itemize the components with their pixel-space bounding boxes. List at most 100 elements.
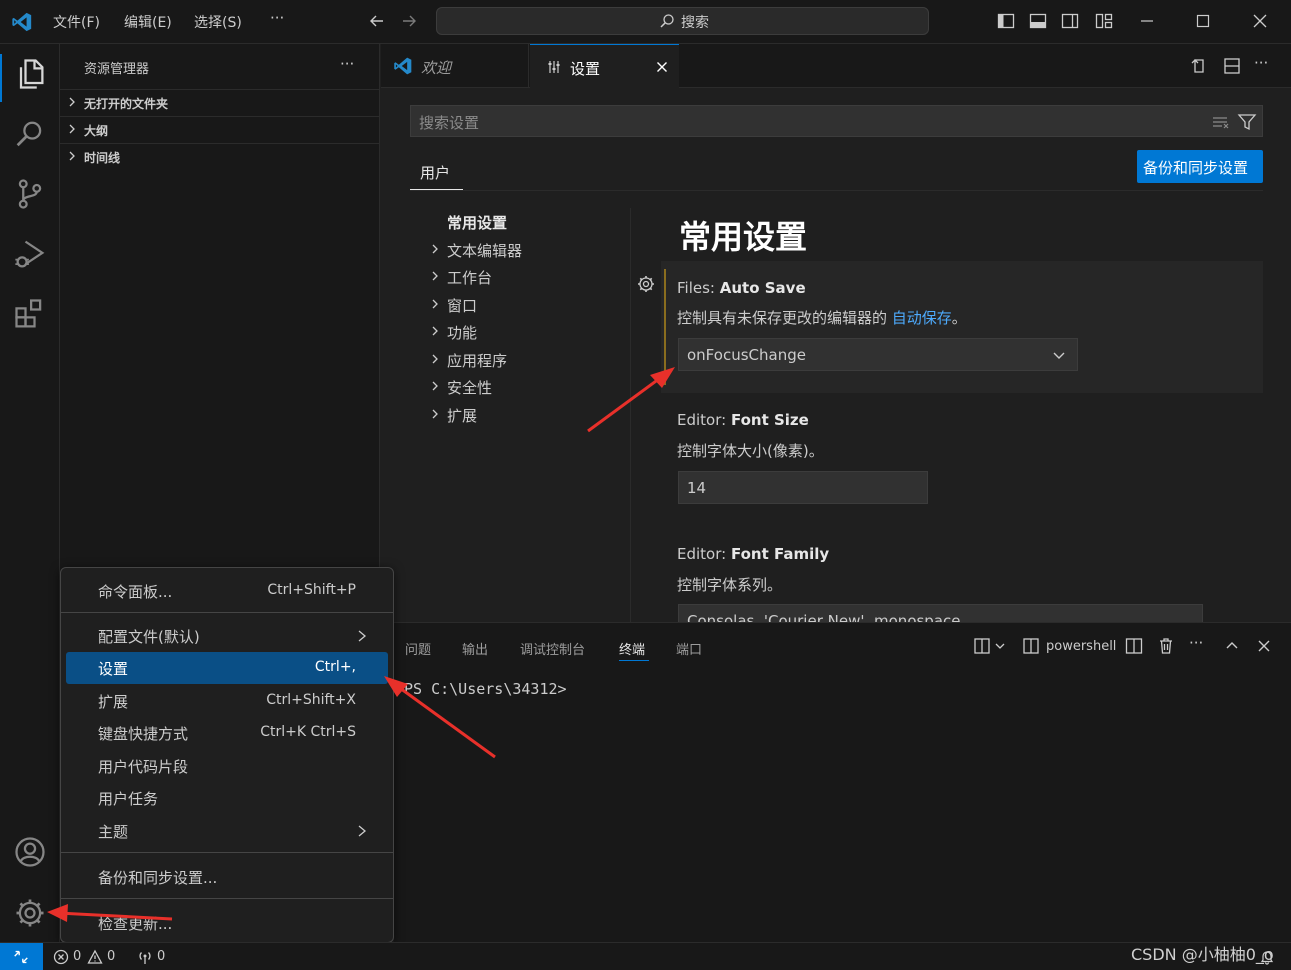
toggle-secondary-sidebar-icon[interactable] — [1060, 11, 1082, 33]
panel-tab-ports[interactable]: 端口 — [676, 639, 702, 658]
font-family-input[interactable]: Consolas, 'Courier New', monospace — [678, 604, 1203, 622]
desc-text: 控制具有未保存更改的编辑器的 — [677, 309, 892, 327]
account-icon[interactable] — [12, 834, 48, 870]
close-tab-icon[interactable] — [654, 59, 670, 75]
backup-sync-button[interactable]: 备份和同步设置 — [1137, 150, 1263, 183]
setting-title: Editor: Font Size — [677, 411, 809, 429]
menu-item-label: 设置 — [98, 660, 129, 678]
input-value: Consolas, 'Courier New', monospace — [687, 612, 961, 622]
menu-file[interactable]: 文件(F) — [53, 12, 100, 32]
toggle-panel-icon[interactable] — [1028, 11, 1050, 33]
vscode-logo-icon — [393, 56, 413, 76]
chevron-right-icon — [432, 354, 438, 364]
maximize-panel-icon[interactable] — [1222, 636, 1242, 656]
maximize-icon[interactable] — [1193, 11, 1215, 33]
chevron-down-icon[interactable] — [993, 636, 1007, 656]
warning-icon[interactable] — [87, 949, 103, 965]
menu-item-themes[interactable]: 主题 — [66, 816, 388, 846]
manage-gear-icon[interactable] — [12, 895, 48, 931]
chevron-right-icon — [432, 244, 438, 254]
font-size-input[interactable]: 14 — [678, 471, 928, 504]
section-outline[interactable]: 大纲 — [60, 116, 379, 142]
panel-tab-terminal[interactable]: 终端 — [619, 639, 645, 658]
menu-edit[interactable]: 编辑(E) — [124, 12, 172, 32]
menu-item-command-palette[interactable]: 命令面板... Ctrl+Shift+P — [66, 576, 388, 606]
toc-security[interactable]: 安全性 — [432, 377, 492, 398]
toc-workbench[interactable]: 工作台 — [432, 267, 493, 288]
menu-item-settings[interactable]: 设置 Ctrl+, — [66, 652, 388, 684]
menu-item-user-snippets[interactable]: 用户代码片段 — [66, 751, 388, 781]
menu-selection[interactable]: 选择(S) — [194, 12, 242, 32]
auto-save-link[interactable]: 自动保存 — [892, 309, 952, 327]
close-panel-icon[interactable] — [1254, 636, 1274, 656]
toc-common-settings[interactable]: 常用设置 — [447, 212, 507, 233]
source-control-icon[interactable] — [12, 176, 48, 212]
tab-user-scope[interactable]: 用户 — [410, 160, 463, 190]
tab-bar: 欢迎 设置 ··· — [381, 44, 1291, 89]
settings-editor-icon — [546, 59, 562, 75]
split-terminal-icon[interactable] — [1124, 636, 1144, 656]
toggle-primary-sidebar-icon[interactable] — [996, 11, 1018, 33]
panel-more-button[interactable]: ··· — [1189, 634, 1203, 652]
modified-indicator — [664, 269, 666, 385]
menu-item-profiles[interactable]: 配置文件(默认) — [66, 621, 388, 651]
terminal-shell-name[interactable]: powershell — [1046, 639, 1116, 654]
panel-tab-problems[interactable]: 问题 — [405, 639, 431, 658]
customize-layout-icon[interactable] — [1094, 11, 1116, 33]
forward-arrow-icon[interactable] — [399, 11, 421, 33]
auto-save-select[interactable]: onFocusChange — [678, 338, 1078, 371]
panel-tab-debug-console[interactable]: 调试控制台 — [520, 639, 585, 658]
remote-indicator[interactable] — [0, 943, 43, 970]
tab-welcome[interactable]: 欢迎 — [381, 44, 529, 88]
explorer-icon[interactable] — [12, 56, 48, 92]
toc-window[interactable]: 窗口 — [432, 295, 477, 316]
search-view-icon[interactable] — [12, 116, 48, 152]
menu-more-button[interactable]: ··· — [270, 9, 284, 27]
menu-item-label: 命令面板... — [98, 583, 173, 601]
panel-tab-output[interactable]: 输出 — [462, 639, 488, 658]
run-debug-icon[interactable] — [12, 236, 48, 272]
setting-description: 控制字体大小(像素)。 — [677, 442, 824, 460]
section-timeline[interactable]: 时间线 — [60, 143, 379, 169]
terminal-panel-icon — [1022, 636, 1042, 656]
menu-item-backup-sync[interactable]: 备份和同步设置... — [66, 862, 388, 892]
toc-features[interactable]: 功能 — [432, 322, 477, 343]
menu-item-label: 配置文件(默认) — [98, 628, 200, 646]
title-bar: 文件(F) 编辑(E) 选择(S) ··· 搜索 — [0, 0, 1291, 44]
menu-item-keyboard-shortcuts[interactable]: 键盘快捷方式 Ctrl+K Ctrl+S — [66, 718, 388, 748]
menu-item-extensions[interactable]: 扩展 Ctrl+Shift+X — [66, 686, 388, 716]
section-no-folder[interactable]: 无打开的文件夹 — [60, 89, 379, 115]
tab-settings[interactable]: 设置 — [530, 44, 679, 89]
filter-icon[interactable] — [1237, 112, 1257, 132]
extensions-icon[interactable] — [12, 296, 48, 332]
scope-divider — [410, 190, 1263, 191]
settings-search-input[interactable]: 搜索设置 — [410, 105, 1263, 137]
close-window-icon[interactable] — [1250, 11, 1272, 33]
toc-application[interactable]: 应用程序 — [432, 350, 507, 371]
setting-category: Editor: — [677, 545, 731, 563]
toc-extensions[interactable]: 扩展 — [432, 405, 477, 426]
setting-gear-icon[interactable] — [636, 274, 656, 294]
open-settings-json-icon[interactable] — [1189, 56, 1209, 76]
setting-title: Files: Auto Save — [677, 279, 806, 297]
sidebar-more-button[interactable]: ··· — [340, 55, 354, 73]
new-terminal-split-icon[interactable] — [973, 636, 993, 656]
chevron-right-icon — [432, 381, 438, 391]
editor-more-button[interactable]: ··· — [1254, 54, 1268, 72]
toc-text-editor[interactable]: 文本编辑器 — [432, 240, 522, 261]
clear-filter-icon[interactable] — [1211, 112, 1231, 132]
terminal-prompt[interactable]: PS C:\Users\34312> — [404, 680, 567, 698]
search-icon — [659, 13, 675, 29]
minimize-icon[interactable] — [1137, 11, 1159, 33]
command-center-search[interactable]: 搜索 — [436, 7, 929, 35]
ports-icon[interactable] — [137, 949, 153, 965]
error-icon[interactable] — [53, 949, 69, 965]
toc-label: 工作台 — [447, 269, 493, 287]
menu-item-check-updates[interactable]: 检查更新... — [66, 908, 388, 938]
chevron-right-icon — [69, 151, 75, 161]
menu-item-user-tasks[interactable]: 用户任务 — [66, 783, 388, 813]
menu-item-shortcut: Ctrl+K Ctrl+S — [260, 724, 356, 740]
split-editor-icon[interactable] — [1222, 56, 1242, 76]
trash-icon[interactable] — [1156, 636, 1176, 656]
back-arrow-icon[interactable] — [367, 11, 389, 33]
